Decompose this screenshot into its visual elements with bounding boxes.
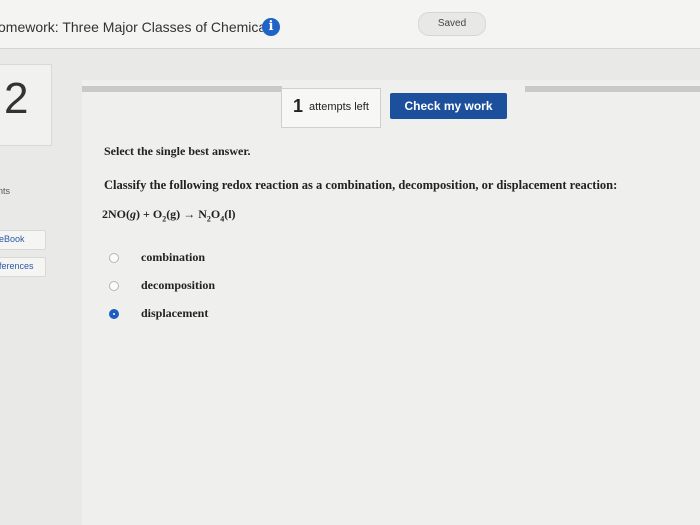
radio-decomposition[interactable] (109, 281, 119, 291)
choice-decomposition[interactable]: decomposition (109, 277, 215, 295)
check-my-work-button[interactable]: Check my work (390, 93, 507, 119)
question-number: 2 (4, 74, 29, 123)
attempts-count: 1 (293, 96, 304, 116)
eq-reactant-2-state: (g) (166, 207, 181, 221)
eq-plus: + (140, 207, 153, 221)
assignment-title: omework: Three Major Classes of Chemical (0, 19, 270, 35)
eq-product: N (198, 207, 207, 221)
progress-track-left (82, 86, 282, 92)
progress-track-right (525, 86, 700, 92)
points-label: nts (0, 186, 11, 196)
choice-label: combination (141, 250, 206, 264)
references-link[interactable]: ferences (0, 257, 46, 277)
eq-product-state: (l) (224, 207, 236, 221)
ebook-link[interactable]: eBook (0, 230, 46, 250)
assignment-header: omework: Three Major Classes of Chemical… (0, 0, 700, 49)
question-prompt: Classify the following redox reaction as… (104, 178, 618, 192)
choice-label: decomposition (141, 278, 216, 292)
reaction-equation: 2NO(g) + O2(g) → N2O4(l) (102, 207, 236, 223)
ebook-label: eBook (0, 234, 25, 244)
choice-label: displacement (141, 306, 209, 320)
attempts-counter: 1 attempts left (281, 88, 381, 128)
eq-arrow: → (180, 207, 199, 221)
radio-combination[interactable] (109, 253, 119, 263)
choice-combination[interactable]: combination (109, 249, 205, 267)
choice-displacement[interactable]: displacement (109, 305, 208, 323)
references-label: ferences (0, 261, 34, 271)
eq-product-mid: O (210, 207, 221, 221)
attempts-label: attempts left (309, 101, 369, 113)
radio-displacement[interactable] (109, 309, 119, 319)
eq-reactant-2: O (152, 207, 163, 221)
info-icon[interactable]: i (262, 18, 280, 36)
instruction-text: Select the single best answer. (104, 144, 251, 158)
saved-status-badge: Saved (418, 12, 486, 36)
eq-reactant-1: 2NO( (102, 207, 130, 221)
